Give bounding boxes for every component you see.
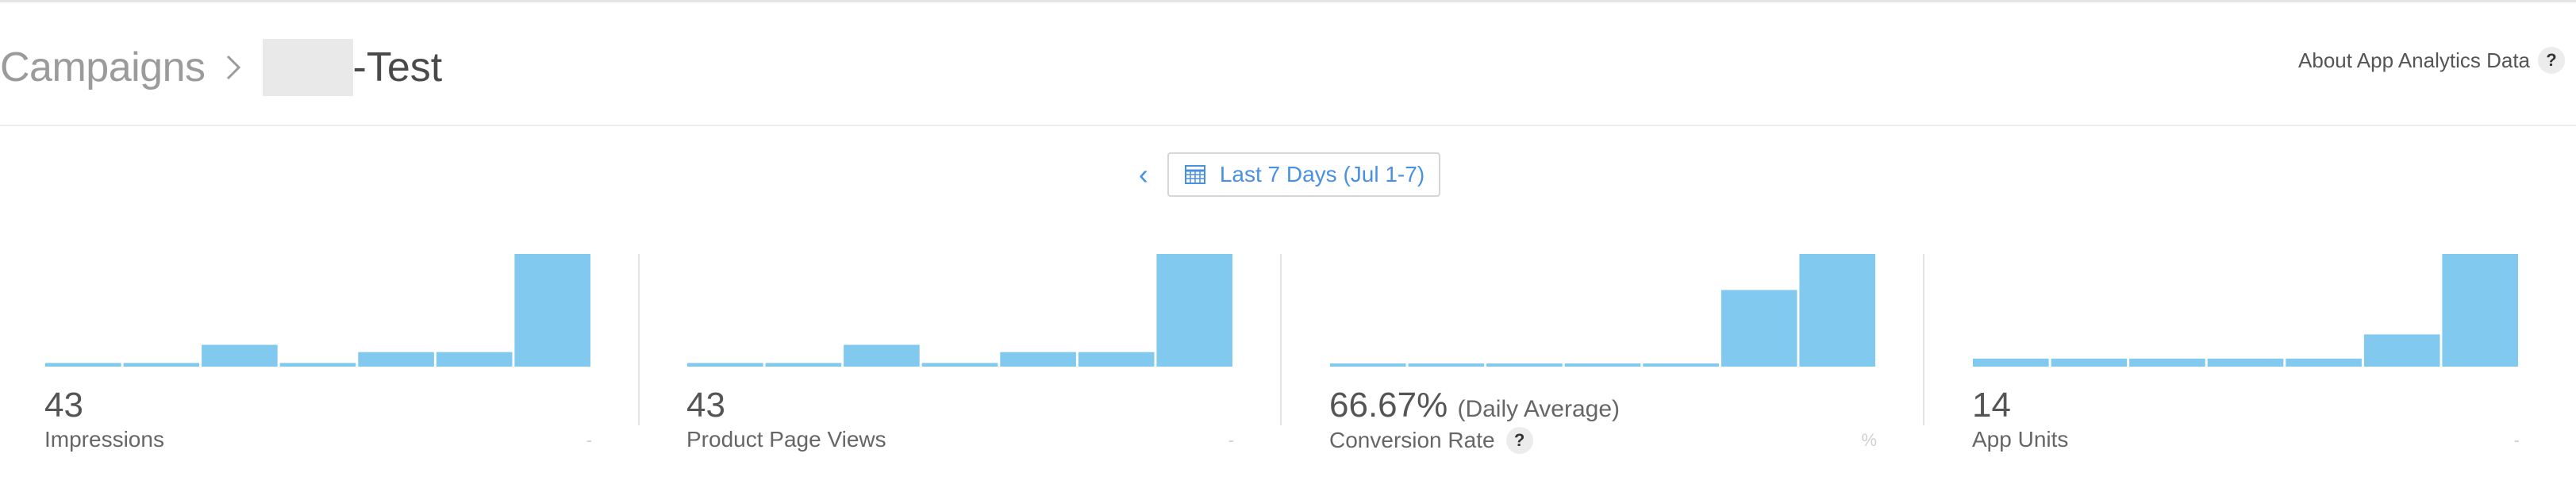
impressions-unit: -	[586, 430, 592, 450]
breadcrumb: Campaigns -Test	[0, 36, 442, 99]
chart-bar	[202, 344, 278, 367]
chart-bar	[765, 363, 842, 367]
redacted-name	[262, 39, 353, 96]
chart-bar	[1486, 363, 1563, 367]
breadcrumb-current-campaign: -Test	[352, 44, 443, 90]
chart-bar	[1643, 363, 1719, 367]
chart-bar	[1973, 358, 2049, 367]
chart-bar	[2286, 358, 2362, 367]
calendar-icon	[1184, 165, 1205, 184]
chart-bar	[1564, 363, 1641, 367]
app-units-label: App Units	[1972, 427, 2069, 452]
chart-bar	[436, 352, 513, 367]
date-range-button[interactable]: Last 7 Days (Jul 1-7)	[1167, 152, 1441, 197]
conversion-rate-chart	[1330, 254, 1875, 367]
chart-bar	[2051, 358, 2128, 367]
chart-bar	[1156, 254, 1232, 367]
product-page-views-label-row: Product Page Views	[686, 427, 886, 452]
chart-bar	[123, 363, 200, 367]
chart-bar	[514, 254, 590, 367]
chart-bar	[279, 363, 356, 367]
product-page-views-value: 43	[686, 386, 725, 425]
product-page-views-value-number: 43	[686, 386, 725, 425]
help-icon[interactable]: ?	[1505, 427, 1533, 454]
conversion-rate-value-number: 66.67%	[1329, 386, 1448, 425]
metric-divider	[638, 254, 640, 425]
chart-bar	[45, 363, 121, 367]
chart-bar	[1408, 363, 1485, 367]
product-page-views-unit: -	[1228, 430, 1234, 450]
about-app-analytics-link[interactable]: About App Analytics Data	[2298, 48, 2530, 73]
metric-divider	[1923, 254, 1924, 425]
about-app-analytics[interactable]: About App Analytics Data ?	[2298, 47, 2565, 74]
page-header: Campaigns -Test About App Analytics Data…	[0, 2, 2576, 126]
chart-bar	[2207, 358, 2284, 367]
chart-bar	[687, 363, 763, 367]
conversion-rate-value-suffix: (Daily Average)	[1457, 396, 1621, 422]
chart-bar	[2442, 254, 2518, 367]
chart-bar	[1000, 352, 1076, 367]
conversion-rate-unit: %	[1861, 430, 1877, 450]
date-range-label: Last 7 Days (Jul 1-7)	[1219, 162, 1425, 186]
chart-bar	[921, 363, 998, 367]
chart-bar	[2363, 334, 2440, 367]
chart-bar	[1078, 352, 1155, 367]
breadcrumb-campaigns-link[interactable]: Campaigns	[0, 44, 206, 91]
metric-divider	[1280, 254, 1282, 425]
metric-app-units[interactable]: 14 App Units -	[1972, 254, 2520, 492]
app-units-value-number: 14	[1972, 386, 2011, 425]
chart-bar	[844, 344, 920, 367]
app-units-chart	[1973, 254, 2518, 367]
metric-product-page-views[interactable]: 43 Product Page Views -	[686, 254, 1234, 492]
chart-bar	[1799, 254, 1875, 367]
app-units-label-row: App Units	[1972, 427, 2068, 452]
help-icon[interactable]: ?	[2538, 47, 2565, 74]
product-page-views-label: Product Page Views	[686, 427, 886, 452]
metric-impressions[interactable]: 43 Impressions -	[44, 254, 592, 492]
impressions-value: 43	[44, 386, 83, 425]
chart-bar	[1721, 290, 1797, 367]
conversion-rate-label-row: Conversion Rate ?	[1329, 427, 1533, 454]
chart-bar	[358, 352, 434, 367]
impressions-chart	[45, 254, 590, 367]
chart-bar	[2129, 358, 2205, 367]
metric-conversion-rate[interactable]: 66.67% (Daily Average) Conversion Rate ?…	[1329, 254, 1877, 492]
impressions-value-number: 43	[44, 386, 83, 425]
product-page-views-chart	[687, 254, 1232, 367]
app-units-value: 14	[1972, 386, 2011, 425]
chevron-right-icon	[226, 55, 240, 80]
app-units-unit: -	[2513, 430, 2520, 450]
conversion-rate-value: 66.67% (Daily Average)	[1329, 386, 1620, 425]
metrics-row: 43 Impressions - 43 Product Page Views -…	[0, 254, 2576, 492]
date-range-bar: ‹ Last 7 Days (Jul 1-7)	[0, 151, 2576, 198]
previous-period-arrow[interactable]: ‹	[1136, 158, 1152, 191]
conversion-rate-label: Conversion Rate	[1329, 428, 1495, 452]
impressions-label: Impressions	[44, 427, 164, 452]
chart-bar	[1330, 363, 1406, 367]
impressions-label-row: Impressions	[44, 427, 164, 452]
